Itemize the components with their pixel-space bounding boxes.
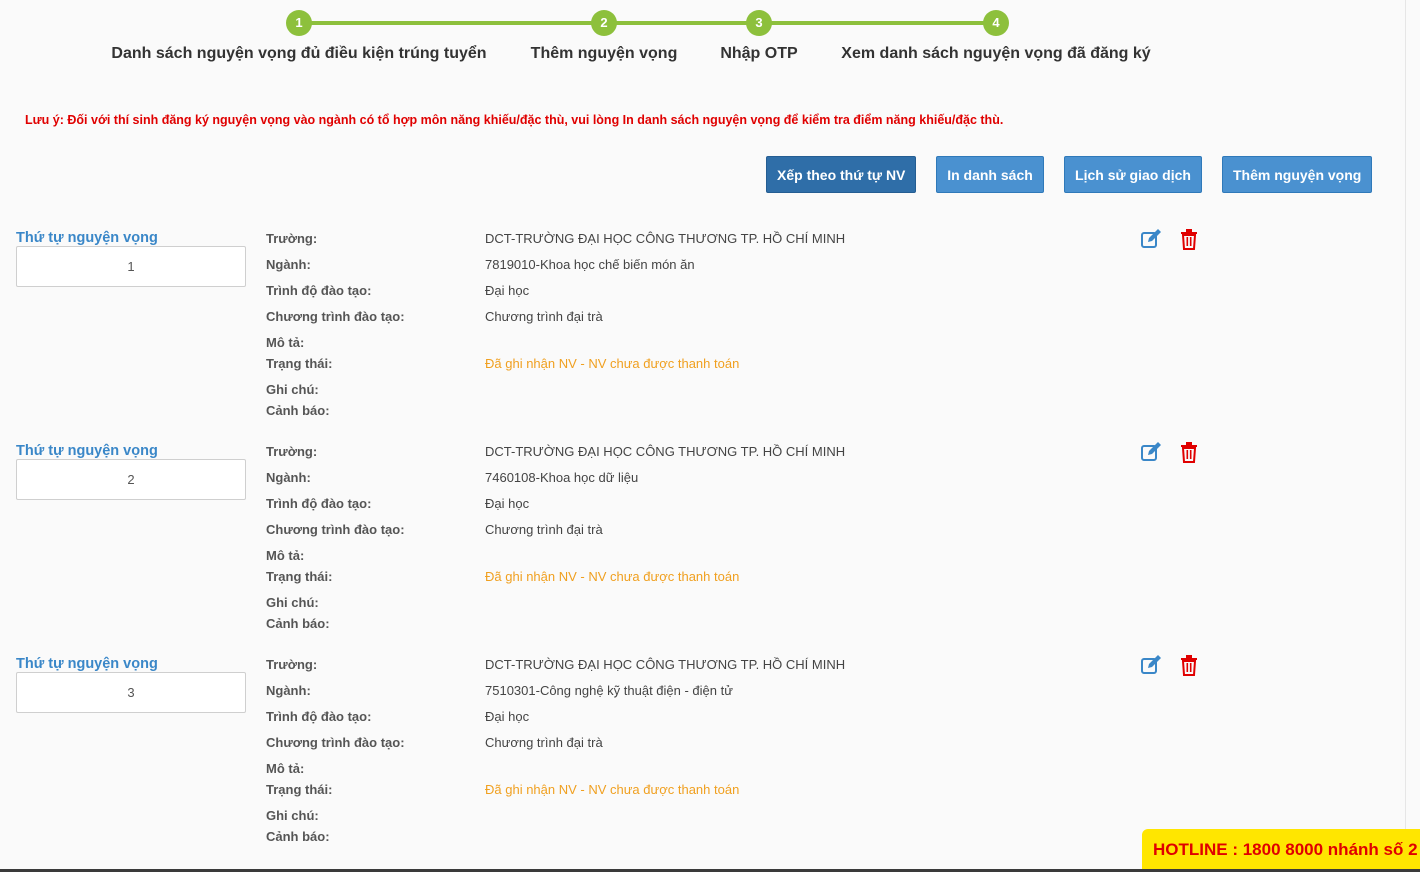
hotline-badge[interactable]: HOTLINE : 1800 8000 nhánh số 2 — [1142, 829, 1420, 872]
school-value: DCT-TRƯỜNG ĐẠI HỌC CÔNG THƯƠNG TP. HỒ CH… — [485, 657, 846, 672]
program-value: Chương trình đại trà — [485, 735, 603, 750]
edit-icon[interactable] — [1140, 441, 1162, 463]
program-value: Chương trình đại trà — [485, 522, 603, 537]
major-value: 7510301-Công nghệ kỹ thuật điện - điện t… — [485, 683, 733, 698]
level-label: Trình độ đào tạo: — [266, 709, 372, 724]
warning-label: Cảnh báo: — [266, 403, 330, 418]
step-3-marker: 3 — [746, 10, 772, 36]
step-4-marker: 4 — [983, 10, 1009, 36]
level-value: Đại học — [485, 283, 530, 298]
level-value: Đại học — [485, 496, 530, 511]
school-label: Trường: — [266, 231, 318, 246]
wish-entry-1: Thứ tự nguyện vọng 1 Trường: DCT-TRƯỜNG … — [0, 228, 1420, 440]
edit-icon[interactable] — [1140, 228, 1162, 250]
order-label: Thứ tự nguyện vọng — [16, 230, 158, 246]
major-label: Ngành: — [266, 470, 311, 485]
school-value: DCT-TRƯỜNG ĐẠI HỌC CÔNG THƯƠNG TP. HỒ CH… — [485, 444, 846, 459]
description-label: Mô tả: — [266, 761, 305, 776]
sort-by-order-button[interactable]: Xếp theo thứ tự NV — [766, 156, 916, 193]
trash-icon[interactable] — [1178, 654, 1200, 676]
add-wish-button[interactable]: Thêm nguyện vọng — [1222, 156, 1372, 193]
order-input[interactable]: 2 — [16, 459, 246, 500]
edit-icon[interactable] — [1140, 654, 1162, 676]
school-label: Trường: — [266, 444, 318, 459]
step-1-marker: 1 — [286, 10, 312, 36]
major-label: Ngành: — [266, 683, 311, 698]
major-value: 7460108-Khoa học dữ liệu — [485, 470, 639, 485]
transaction-history-button[interactable]: Lịch sử giao dịch — [1064, 156, 1202, 193]
warning-label: Cảnh báo: — [266, 616, 330, 631]
progress-stepper: 1 2 3 4 Danh sách nguyện vọng đủ điều ki… — [0, 0, 1420, 80]
order-input[interactable]: 1 — [16, 246, 246, 287]
description-label: Mô tả: — [266, 335, 305, 350]
level-label: Trình độ đào tạo: — [266, 283, 372, 298]
status-label: Trạng thái: — [266, 569, 333, 584]
action-toolbar: Xếp theo thứ tự NV In danh sách Lịch sử … — [0, 156, 1420, 194]
status-value: Đã ghi nhận NV - NV chưa được thanh toán — [485, 782, 740, 797]
page-scrollbar[interactable] — [1405, 0, 1420, 872]
school-label: Trường: — [266, 657, 318, 672]
note-label: Ghi chú: — [266, 382, 319, 397]
trash-icon[interactable] — [1178, 228, 1200, 250]
program-label: Chương trình đào tạo: — [266, 522, 405, 537]
level-label: Trình độ đào tạo: — [266, 496, 372, 511]
status-label: Trạng thái: — [266, 782, 333, 797]
major-label: Ngành: — [266, 257, 311, 272]
wish-entry-2: Thứ tự nguyện vọng 2 Trường: DCT-TRƯỜNG … — [0, 441, 1420, 653]
program-label: Chương trình đào tạo: — [266, 735, 405, 750]
program-value: Chương trình đại trà — [485, 309, 603, 324]
notice-text: Lưu ý: Đối với thí sinh đăng ký nguyện v… — [25, 113, 1004, 127]
trash-icon[interactable] — [1178, 441, 1200, 463]
program-label: Chương trình đào tạo: — [266, 309, 405, 324]
note-label: Ghi chú: — [266, 808, 319, 823]
step-3-label[interactable]: Nhập OTP — [720, 45, 797, 63]
step-1-label[interactable]: Danh sách nguyện vọng đủ điều kiện trúng… — [111, 45, 486, 63]
status-value: Đã ghi nhận NV - NV chưa được thanh toán — [485, 569, 740, 584]
step-2-marker: 2 — [591, 10, 617, 36]
level-value: Đại học — [485, 709, 530, 724]
step-connector — [299, 21, 996, 25]
step-4-label[interactable]: Xem danh sách nguyện vọng đã đăng ký — [841, 45, 1150, 63]
step-2-label[interactable]: Thêm nguyện vọng — [531, 45, 678, 63]
status-label: Trạng thái: — [266, 356, 333, 371]
order-label: Thứ tự nguyện vọng — [16, 443, 158, 459]
order-input[interactable]: 3 — [16, 672, 246, 713]
status-value: Đã ghi nhận NV - NV chưa được thanh toán — [485, 356, 740, 371]
description-label: Mô tả: — [266, 548, 305, 563]
order-label: Thứ tự nguyện vọng — [16, 656, 158, 672]
warning-label: Cảnh báo: — [266, 829, 330, 844]
school-value: DCT-TRƯỜNG ĐẠI HỌC CÔNG THƯƠNG TP. HỒ CH… — [485, 231, 846, 246]
major-value: 7819010-Khoa học chế biến món ăn — [485, 257, 695, 272]
print-list-button[interactable]: In danh sách — [936, 156, 1044, 193]
note-label: Ghi chú: — [266, 595, 319, 610]
